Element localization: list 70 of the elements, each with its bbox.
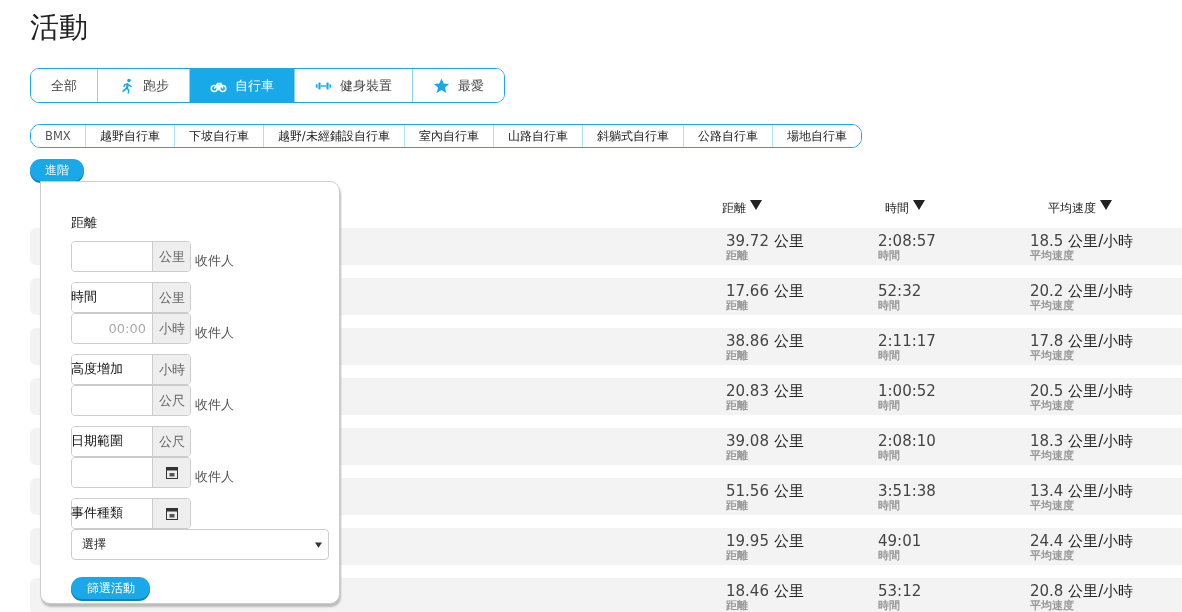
sort-down-icon[interactable] bbox=[913, 200, 925, 210]
distance-value: 39.08 公里 bbox=[726, 432, 805, 450]
speed-label: 平均速度 bbox=[1030, 550, 1074, 562]
distance-value: 17.66 公里 bbox=[726, 282, 805, 300]
time-value: 2:11:17 bbox=[878, 332, 937, 350]
time-value: 2:08:57 bbox=[878, 232, 937, 250]
time-label: 時間 bbox=[878, 350, 901, 362]
activity-tab[interactable]: 全部 bbox=[31, 69, 98, 102]
speed-label: 平均速度 bbox=[1030, 500, 1074, 512]
column-header[interactable]: 時間 bbox=[885, 200, 909, 217]
speed-value: 18.5 公里/小時 bbox=[1030, 232, 1135, 250]
speed-value: 20.2 公里/小時 bbox=[1030, 282, 1135, 300]
speed-label: 平均速度 bbox=[1030, 450, 1074, 462]
time-value: 53:12 bbox=[878, 582, 923, 600]
to-label: 收件人 bbox=[195, 396, 234, 414]
bike-type-tab[interactable]: BMX bbox=[31, 125, 86, 147]
speed-value: 24.4 公里/小時 bbox=[1030, 532, 1135, 550]
input-field[interactable]: 公里 bbox=[71, 241, 191, 272]
time-value: 52:32 bbox=[878, 282, 923, 300]
speed-value: 13.4 公里/小時 bbox=[1030, 482, 1135, 500]
calendar-icon[interactable] bbox=[165, 507, 178, 520]
time-label: 時間 bbox=[878, 450, 901, 462]
input-field[interactable]: 公尺 bbox=[71, 385, 191, 416]
distance-label: 距離 bbox=[726, 600, 749, 612]
distance-value: 51.56 公里 bbox=[726, 482, 805, 500]
speed-label: 平均速度 bbox=[1030, 350, 1074, 362]
input-field[interactable] bbox=[71, 457, 191, 488]
speed-value: 20.5 公里/小時 bbox=[1030, 382, 1135, 400]
star-icon bbox=[433, 77, 450, 94]
distance-label: 距離 bbox=[726, 450, 749, 462]
speed-value: 18.3 公里/小時 bbox=[1030, 432, 1135, 450]
time-value: 1:00:52 bbox=[878, 382, 937, 400]
time-label: 時間 bbox=[878, 500, 901, 512]
caret-icon bbox=[315, 541, 322, 548]
filter-label: 日期範圍 bbox=[71, 432, 123, 450]
time-label: 時間 bbox=[878, 600, 901, 612]
distance-label: 距離 bbox=[726, 350, 749, 362]
time-label: 時間 bbox=[878, 250, 901, 262]
page-title: 活動 bbox=[30, 9, 89, 46]
sort-down-icon[interactable] bbox=[750, 200, 762, 210]
distance-value: 18.46 公里 bbox=[726, 582, 805, 600]
time-value: 2:08:10 bbox=[878, 432, 937, 450]
time-value: 3:51:38 bbox=[878, 482, 937, 500]
time-value: 49:01 bbox=[878, 532, 923, 550]
speed-label: 平均速度 bbox=[1030, 600, 1074, 612]
sort-down-icon[interactable] bbox=[1100, 200, 1112, 210]
time-label: 時間 bbox=[878, 300, 901, 312]
distance-value: 20.83 公里 bbox=[726, 382, 805, 400]
distance-value: 39.72 公里 bbox=[726, 232, 805, 250]
distance-label: 距離 bbox=[726, 500, 749, 512]
time-label: 時間 bbox=[878, 550, 901, 562]
input-field[interactable] bbox=[71, 498, 191, 529]
speed-label: 平均速度 bbox=[1030, 400, 1074, 412]
speed-value: 17.8 公里/小時 bbox=[1030, 332, 1135, 350]
column-header[interactable]: 平均速度 bbox=[1048, 200, 1096, 217]
distance-label: 距離 bbox=[726, 400, 749, 412]
column-header[interactable]: 距離 bbox=[722, 200, 746, 217]
distance-value: 19.95 公里 bbox=[726, 532, 805, 550]
filter-label: 時間 bbox=[71, 288, 97, 306]
speed-value: 20.8 公里/小時 bbox=[1030, 582, 1135, 600]
distance-label: 距離 bbox=[726, 250, 749, 262]
speed-label: 平均速度 bbox=[1030, 300, 1074, 312]
input-field[interactable]: 00:00 小時 bbox=[71, 313, 191, 344]
speed-label: 平均速度 bbox=[1030, 250, 1074, 262]
distance-value: 38.86 公里 bbox=[726, 332, 805, 350]
time-label: 時間 bbox=[878, 400, 901, 412]
distance-label: 距離 bbox=[726, 300, 749, 312]
event-type-select[interactable]: 選擇 bbox=[71, 529, 329, 560]
distance-label: 距離 bbox=[726, 550, 749, 562]
calendar-icon[interactable] bbox=[165, 466, 178, 479]
